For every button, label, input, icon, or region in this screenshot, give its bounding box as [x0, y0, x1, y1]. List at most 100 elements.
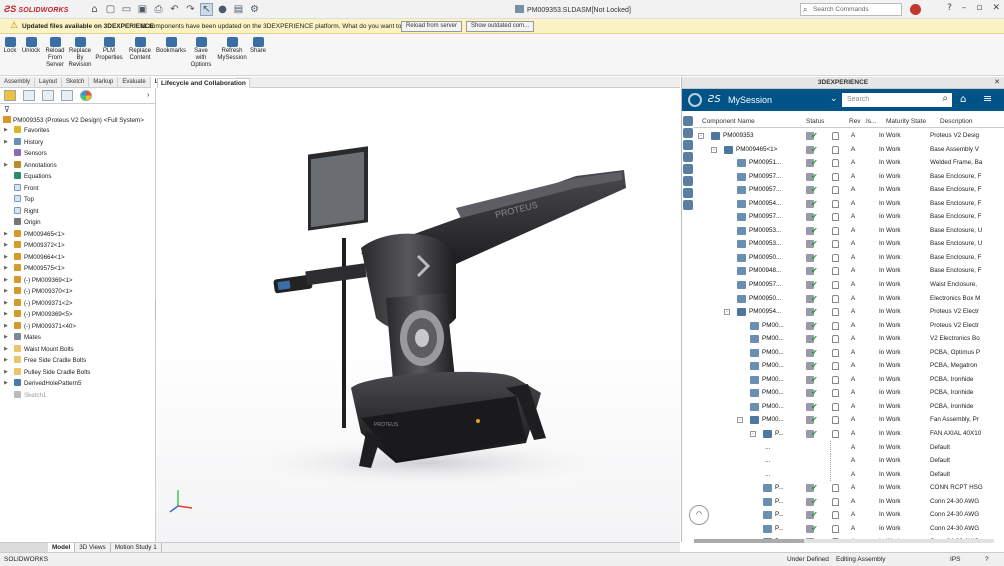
replace-content-button[interactable]: Replace Content — [126, 37, 154, 62]
save-with-options-button[interactable]: Save with Options — [189, 37, 213, 69]
feature-tree-item[interactable]: ▶ Waist Mount Bolts — [0, 344, 155, 356]
table-row[interactable]: PM00954... ✔ A In Work Base Enclosure, F — [694, 197, 1004, 211]
lock-status-icon[interactable] — [832, 132, 839, 140]
table-row[interactable]: PM00953... ✔ A In Work Base Enclosure, U — [694, 237, 1004, 251]
feature-tree-tab-icon[interactable] — [4, 90, 16, 101]
tab-markup[interactable]: Markup — [89, 77, 119, 88]
feature-tree-item[interactable]: ▶ DerivedHolePattern5 — [0, 378, 155, 390]
new-document-icon[interactable]: ▢ — [104, 3, 117, 16]
table-row[interactable]: PM00950... ✔ A In Work Base Enclosure, F — [694, 251, 1004, 265]
color-icon[interactable] — [683, 176, 693, 186]
expand-arrow-icon[interactable]: ▶ — [4, 378, 8, 390]
feature-tree-item[interactable]: ▶ PM009372<1> — [0, 240, 155, 252]
display-manager-tab-icon[interactable] — [80, 90, 92, 101]
expand-arrow-icon[interactable]: ▶ — [4, 229, 8, 241]
column-component-name[interactable]: Component Name — [702, 118, 755, 125]
lock-status-icon[interactable] — [832, 348, 839, 357]
lock-status-icon[interactable] — [832, 524, 839, 533]
tab-assembly[interactable]: Assembly — [0, 77, 36, 88]
maximize-icon[interactable]: ▫ — [976, 3, 982, 13]
help-icon[interactable]: ? — [947, 3, 952, 13]
plm-properties-button[interactable]: PLM Properties — [95, 37, 123, 62]
table-row[interactable]: - PM00954... ✔ A In Work Proteus V2 Electr — [694, 305, 1004, 319]
feature-tree-item[interactable]: Origin — [0, 217, 155, 229]
feature-tree-item[interactable]: Top — [0, 194, 155, 206]
expand-arrow-icon[interactable]: ▶ — [4, 286, 8, 298]
print-icon[interactable]: ⎙ — [152, 3, 165, 16]
tag-icon[interactable]: ⌂ — [960, 94, 966, 105]
undo-icon[interactable]: ↶ — [168, 3, 181, 16]
lock-status-icon[interactable] — [832, 335, 839, 344]
expand-arrow-icon[interactable]: ▶ — [4, 344, 8, 356]
search-icon[interactable]: ⌕ — [942, 93, 948, 104]
share-button[interactable]: Share — [249, 37, 267, 55]
lock-status-icon[interactable] — [832, 389, 839, 398]
configuration-manager-tab-icon[interactable] — [42, 90, 54, 101]
list-view-icon[interactable] — [683, 128, 693, 138]
replace-by-revision-button[interactable]: Replace By Revision — [68, 37, 92, 69]
properties-icon[interactable] — [683, 164, 693, 174]
table-row[interactable]: PM00953... ✔ A In Work Base Enclosure, U — [694, 224, 1004, 238]
column-rev[interactable]: Rev — [849, 118, 861, 125]
status-units[interactable]: IPS — [950, 556, 960, 563]
minimize-icon[interactable]: – — [962, 3, 967, 13]
lock-status-icon[interactable] — [832, 321, 839, 330]
table-row[interactable]: PM00951... ✔ A In Work Welded Frame, Ba — [694, 156, 1004, 170]
table-row[interactable]: PM00... ✔ A In Work PCBA, Megatron — [694, 359, 1004, 373]
column-description[interactable]: Description — [940, 118, 973, 125]
lock-status-icon[interactable] — [832, 430, 839, 439]
table-row[interactable]: ... A In Work Default — [694, 467, 1004, 482]
expand-arrow-icon[interactable]: ▶ — [4, 298, 8, 310]
expand-arrow-icon[interactable]: ▶ — [4, 125, 8, 137]
expand-arrow-icon[interactable]: ▶ — [4, 252, 8, 264]
status-help-icon[interactable]: ? — [985, 556, 989, 563]
lock-status-icon[interactable] — [832, 199, 839, 208]
close-icon[interactable]: ✕ — [992, 3, 1000, 13]
expand-arrow-icon[interactable]: ▶ — [4, 355, 8, 367]
lock-status-icon[interactable] — [832, 375, 839, 384]
search-commands-input[interactable]: ⌕ Search Commands — [800, 3, 902, 16]
table-row[interactable]: - PM009465<1> ✔ A In Work Base Assembly V — [694, 143, 1004, 157]
lock-status-icon[interactable] — [832, 511, 839, 520]
table-row[interactable]: - P... ✔ A In Work FAN AXIAL 40X10 — [694, 427, 1004, 441]
options-gear-icon[interactable]: ⚙ — [248, 3, 261, 16]
reload-from-server-button[interactable]: Reload from server — [401, 21, 463, 32]
select-arrow-icon[interactable]: ↖ — [200, 3, 213, 16]
feature-tree-item[interactable]: ▶ (-) PM009369<5> — [0, 309, 155, 321]
close-panel-icon[interactable]: ✕ — [994, 77, 1000, 89]
table-row[interactable]: ... A In Work Default — [694, 454, 1004, 468]
collapse-toggle-icon[interactable]: - — [724, 309, 730, 316]
lock-status-icon[interactable] — [832, 213, 839, 222]
table-row[interactable]: PM00... ✔ A In Work PCBA, Ironhide — [694, 373, 1004, 387]
column-status[interactable]: Status — [806, 118, 824, 125]
lock-status-icon[interactable] — [832, 267, 839, 276]
table-row[interactable]: PM00... ✔ A In Work PCBA, Optimus P — [694, 346, 1004, 360]
show-outdated-button[interactable]: Show outdated com... — [466, 21, 535, 32]
file-properties-icon[interactable]: ▤ — [232, 3, 245, 16]
feature-tree-item[interactable]: ▶ Pulley Side Cradle Bolts — [0, 367, 155, 379]
collapse-toggle-icon[interactable]: - — [750, 431, 756, 438]
lock-status-icon[interactable] — [832, 186, 839, 195]
lock-status-icon[interactable] — [832, 294, 839, 303]
table-row[interactable]: P... ✔ A In Work Conn 24-30 AWG — [694, 508, 1004, 522]
bookmarks-button[interactable]: Bookmarks — [156, 37, 186, 55]
lock-status-icon[interactable] — [832, 226, 839, 235]
collapse-toggle-icon[interactable]: - — [737, 417, 743, 424]
home-icon[interactable] — [683, 140, 693, 150]
table-row[interactable]: PM00957... ✔ A In Work Base Enclosure, F — [694, 183, 1004, 197]
compass-icon[interactable] — [688, 93, 702, 107]
tree-root-item[interactable]: PM009353 (Proteus V2 Design) <Full Syste… — [0, 115, 155, 125]
lock-status-icon[interactable] — [832, 159, 839, 168]
user-avatar[interactable] — [910, 4, 921, 15]
feature-tree-item[interactable]: ▶ (-) PM009370<1> — [0, 286, 155, 298]
expand-arrow-icon[interactable]: ▶ — [4, 137, 8, 149]
tab-3d-views[interactable]: 3D Views — [75, 543, 111, 552]
lock-status-icon[interactable] — [832, 484, 839, 493]
robot-3d-model[interactable]: PROTEUS PROTEUS — [156, 88, 680, 542]
feature-tree-item[interactable]: Front — [0, 183, 155, 195]
feature-tree-item[interactable]: Sketch1 — [0, 390, 155, 402]
column-is[interactable]: Is... — [866, 118, 876, 125]
collapse-toggle-icon[interactable]: - — [711, 146, 717, 153]
filter-icon[interactable]: ⊽ — [0, 104, 155, 115]
table-row[interactable]: P... ✔ A In Work Conn 24-30 AWG — [694, 522, 1004, 536]
